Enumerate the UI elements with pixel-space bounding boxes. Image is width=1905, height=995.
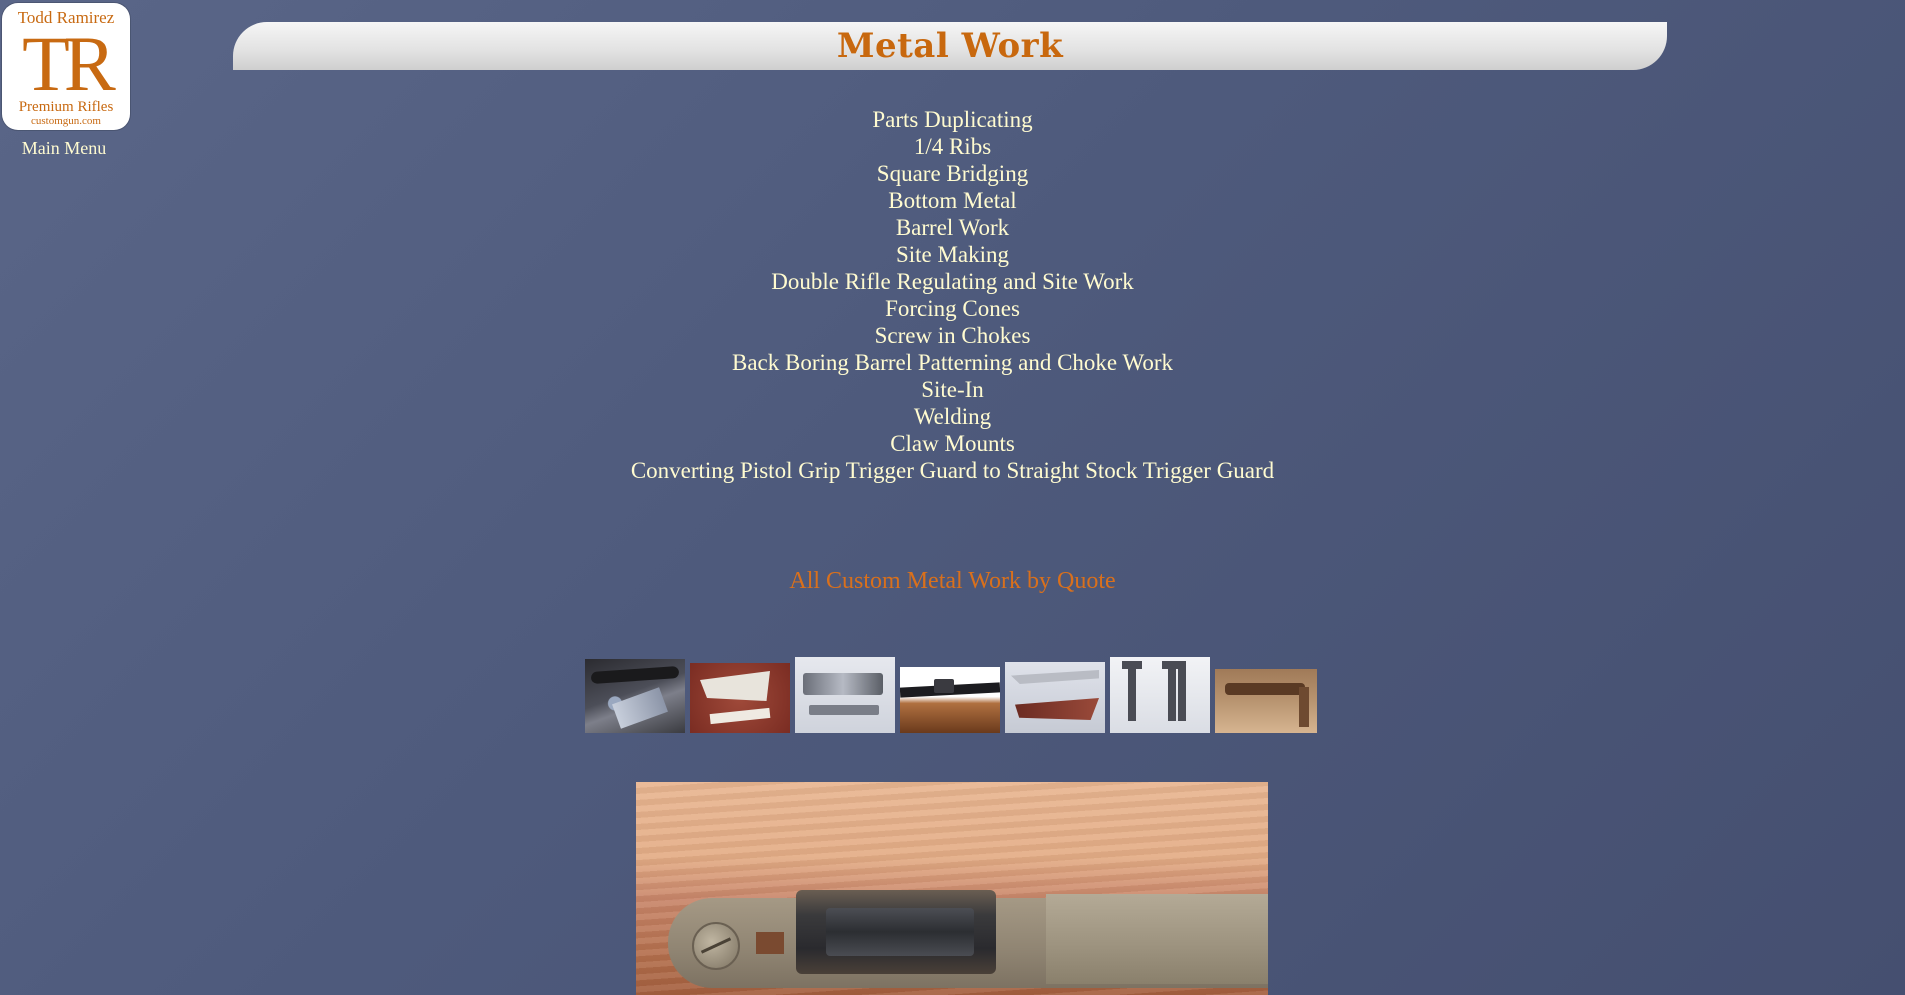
service-link-screw-in-chokes[interactable]: Screw in Chokes <box>875 323 1031 348</box>
service-link-quarter-ribs[interactable]: 1/4 Ribs <box>914 134 991 159</box>
list-item: Site-In <box>0 376 1905 403</box>
list-item: Barrel Work <box>0 214 1905 241</box>
list-item: Site Making <box>0 241 1905 268</box>
photo-screw <box>692 922 740 970</box>
service-link-claw-mounts[interactable]: Claw Mounts <box>890 431 1015 456</box>
quote-notice: All Custom Metal Work by Quote <box>789 568 1116 594</box>
services-list: Parts Duplicating 1/4 Ribs Square Bridgi… <box>0 106 1905 484</box>
thumbnail-image-2[interactable] <box>690 663 790 733</box>
service-link-site-making[interactable]: Site Making <box>896 242 1009 267</box>
thumbnail-image-3[interactable] <box>795 657 895 733</box>
service-link-back-boring[interactable]: Back Boring Barrel Patterning and Choke … <box>732 350 1173 375</box>
list-item: Back Boring Barrel Patterning and Choke … <box>0 349 1905 376</box>
thumbnail-image-1[interactable] <box>585 659 685 733</box>
title-banner: Metal Work <box>233 22 1667 70</box>
list-item: Bottom Metal <box>0 187 1905 214</box>
photo-tang <box>1046 894 1268 984</box>
list-item: Claw Mounts <box>0 430 1905 457</box>
thumbnail-image-6[interactable] <box>1110 657 1210 733</box>
list-item: 1/4 Ribs <box>0 133 1905 160</box>
thumbnail-image-5[interactable] <box>1005 662 1105 733</box>
list-item: Parts Duplicating <box>0 106 1905 133</box>
service-link-site-in[interactable]: Site-In <box>921 377 984 402</box>
service-link-converting-trigger-guard[interactable]: Converting Pistol Grip Trigger Guard to … <box>631 458 1274 483</box>
thumbnail-gallery <box>585 657 1317 735</box>
featured-photo <box>636 782 1268 995</box>
list-item: Double Rifle Regulating and Site Work <box>0 268 1905 295</box>
logo-monogram: TR <box>22 20 116 107</box>
list-item: Converting Pistol Grip Trigger Guard to … <box>0 457 1905 484</box>
list-item: Welding <box>0 403 1905 430</box>
service-link-forcing-cones[interactable]: Forcing Cones <box>885 296 1020 321</box>
service-link-square-bridging[interactable]: Square Bridging <box>877 161 1028 186</box>
thumbnail-image-7[interactable] <box>1215 669 1317 733</box>
page-title: Metal Work <box>836 26 1064 66</box>
photo-bolt <box>796 890 996 974</box>
service-link-parts-duplicating[interactable]: Parts Duplicating <box>872 107 1032 132</box>
list-item: Screw in Chokes <box>0 322 1905 349</box>
service-link-barrel-work[interactable]: Barrel Work <box>896 215 1009 240</box>
service-link-double-rifle-regulating[interactable]: Double Rifle Regulating and Site Work <box>771 269 1133 294</box>
service-link-welding[interactable]: Welding <box>914 404 991 429</box>
thumbnail-image-4[interactable] <box>900 667 1000 733</box>
photo-slot <box>756 932 784 954</box>
service-link-bottom-metal[interactable]: Bottom Metal <box>888 188 1016 213</box>
list-item: Square Bridging <box>0 160 1905 187</box>
list-item: Forcing Cones <box>0 295 1905 322</box>
